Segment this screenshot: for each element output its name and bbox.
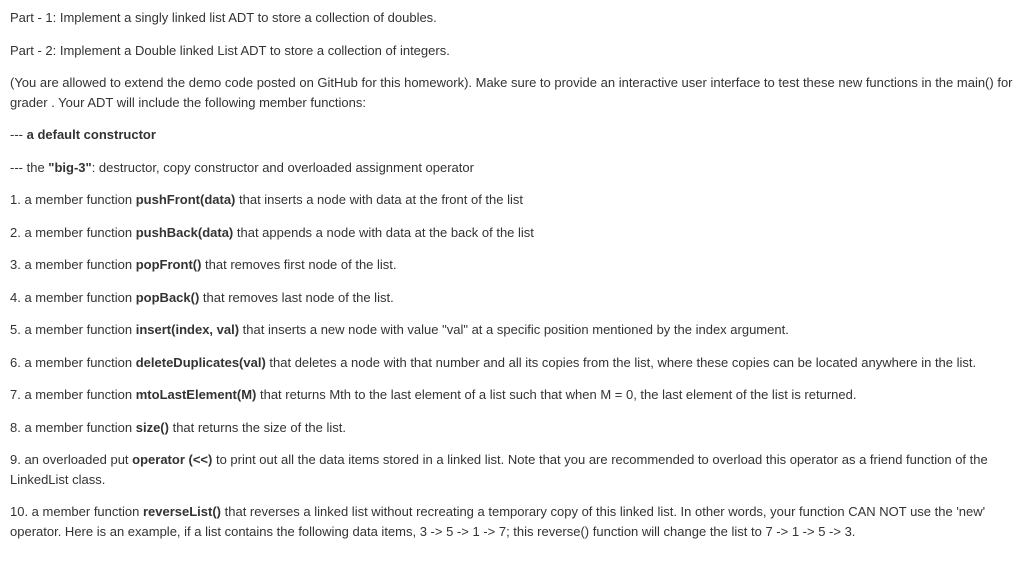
mtolastelement-bold: mtoLastElement(M) — [136, 387, 257, 402]
text-suffix: that inserts a node with data at the fro… — [235, 192, 523, 207]
text-prefix: 1. a member function — [10, 192, 136, 207]
function-10-line: 10. a member function reverseList() that… — [10, 502, 1014, 541]
text-suffix: that removes last node of the list. — [199, 290, 393, 305]
text-suffix: that removes first node of the list. — [201, 257, 396, 272]
text-suffix: : destructor, copy constructor and overl… — [92, 160, 474, 175]
function-4-line: 4. a member function popBack() that remo… — [10, 288, 1014, 308]
text-suffix: that returns the size of the list. — [169, 420, 346, 435]
text-prefix: 4. a member function — [10, 290, 136, 305]
function-9-line: 9. an overloaded put operator (<<) to pr… — [10, 450, 1014, 489]
default-constructor-line: --- a default constructor — [10, 125, 1014, 145]
function-2-line: 2. a member function pushBack(data) that… — [10, 223, 1014, 243]
operator-bold: operator (<<) — [132, 452, 212, 467]
big-3-line: --- the "big-3": destructor, copy constr… — [10, 158, 1014, 178]
text-prefix: 6. a member function — [10, 355, 136, 370]
function-3-line: 3. a member function popFront() that rem… — [10, 255, 1014, 275]
popfront-bold: popFront() — [136, 257, 202, 272]
function-7-line: 7. a member function mtoLastElement(M) t… — [10, 385, 1014, 405]
text-prefix: 5. a member function — [10, 322, 136, 337]
text-prefix: --- the — [10, 160, 48, 175]
deleteduplicates-bold: deleteDuplicates(val) — [136, 355, 266, 370]
reverselist-bold: reverseList() — [143, 504, 221, 519]
text-prefix: 9. an overloaded put — [10, 452, 132, 467]
text-prefix: 2. a member function — [10, 225, 136, 240]
pushfront-bold: pushFront(data) — [136, 192, 236, 207]
text-prefix: 10. a member function — [10, 504, 143, 519]
big-3-bold: "big-3" — [48, 160, 91, 175]
part-1-heading: Part - 1: Implement a singly linked list… — [10, 8, 1014, 28]
function-5-line: 5. a member function insert(index, val) … — [10, 320, 1014, 340]
text-suffix: that inserts a new node with value "val"… — [239, 322, 789, 337]
function-1-line: 1. a member function pushFront(data) tha… — [10, 190, 1014, 210]
text-suffix: that returns Mth to the last element of … — [256, 387, 856, 402]
text-prefix: --- — [10, 127, 27, 142]
text-prefix: 7. a member function — [10, 387, 136, 402]
function-6-line: 6. a member function deleteDuplicates(va… — [10, 353, 1014, 373]
text-suffix: that appends a node with data at the bac… — [233, 225, 534, 240]
text-suffix: that deletes a node with that number and… — [266, 355, 976, 370]
part-2-heading: Part - 2: Implement a Double linked List… — [10, 41, 1014, 61]
popback-bold: popBack() — [136, 290, 200, 305]
text-prefix: 8. a member function — [10, 420, 136, 435]
default-constructor-bold: a default constructor — [27, 127, 156, 142]
intro-paragraph: (You are allowed to extend the demo code… — [10, 73, 1014, 112]
pushback-bold: pushBack(data) — [136, 225, 234, 240]
size-bold: size() — [136, 420, 169, 435]
insert-bold: insert(index, val) — [136, 322, 239, 337]
text-prefix: 3. a member function — [10, 257, 136, 272]
function-8-line: 8. a member function size() that returns… — [10, 418, 1014, 438]
